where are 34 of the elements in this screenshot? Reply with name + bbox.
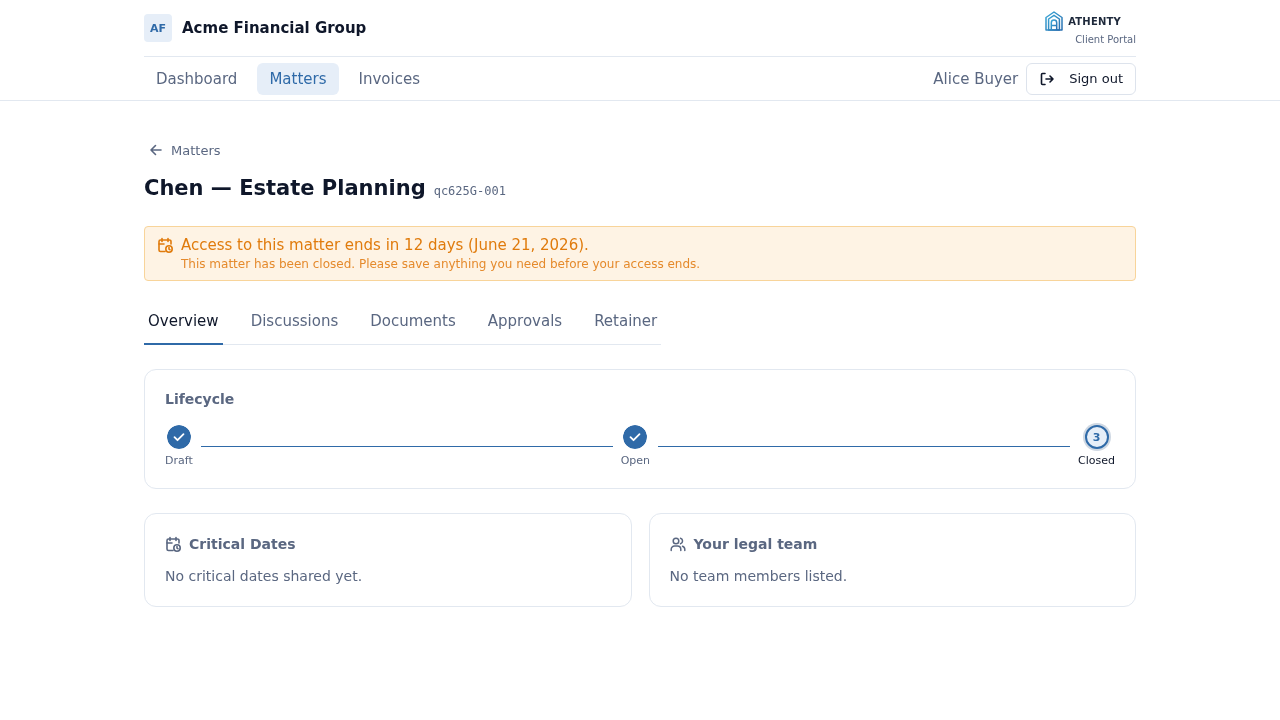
house-logo-icon	[1045, 11, 1064, 31]
notice-message: This matter has been closed. Please save anything you need before your access ends.	[181, 256, 701, 273]
user-name: Alice Buyer	[933, 69, 1019, 88]
nav-link[interactable]: Dashboard	[144, 62, 250, 95]
notice-title: Access to this matter ends in 12 days (June 21, 2026).	[181, 235, 590, 255]
calendar-clock-icon	[157, 237, 173, 253]
calendar-clock-icon	[165, 536, 181, 552]
card-title: Lifecycle	[165, 390, 236, 409]
matter-code: qc625G-001	[433, 184, 506, 198]
tab[interactable]: Discussions	[246, 300, 343, 345]
nav-link[interactable]: Invoices	[346, 62, 432, 95]
tab[interactable]: Documents	[366, 300, 460, 345]
breadcrumb-link[interactable]: Matters	[171, 142, 221, 158]
nav-link[interactable]: Matters	[257, 62, 339, 95]
tab[interactable]: Approvals	[483, 300, 567, 345]
step-label: Draft	[165, 454, 193, 468]
tab[interactable]: Overview	[144, 300, 223, 345]
sign-out-button[interactable]: Sign out	[1026, 62, 1136, 95]
card-title: Critical Dates	[189, 535, 296, 554]
step-label: Closed	[1078, 454, 1115, 468]
step-label: Open	[620, 454, 651, 468]
empty-state-text: No team members listed.	[669, 567, 849, 586]
sign-out-icon	[1039, 70, 1056, 87]
matter-title: Chen — Estate Planning	[144, 175, 426, 202]
card-title: Your legal team	[693, 535, 818, 554]
tab[interactable]: Retainer	[590, 300, 662, 345]
empty-state-text: No critical dates shared yet.	[165, 567, 364, 586]
brand-subtitle: Client Portal	[1075, 34, 1136, 45]
org-initials-avatar: AF	[144, 14, 172, 42]
back-arrow-icon[interactable]	[149, 143, 163, 157]
step-number: 3	[1084, 425, 1109, 449]
organization-name: Acme Financial Group	[182, 19, 367, 37]
brand-name: ATHENTY	[1068, 15, 1121, 27]
people-icon	[669, 536, 686, 552]
